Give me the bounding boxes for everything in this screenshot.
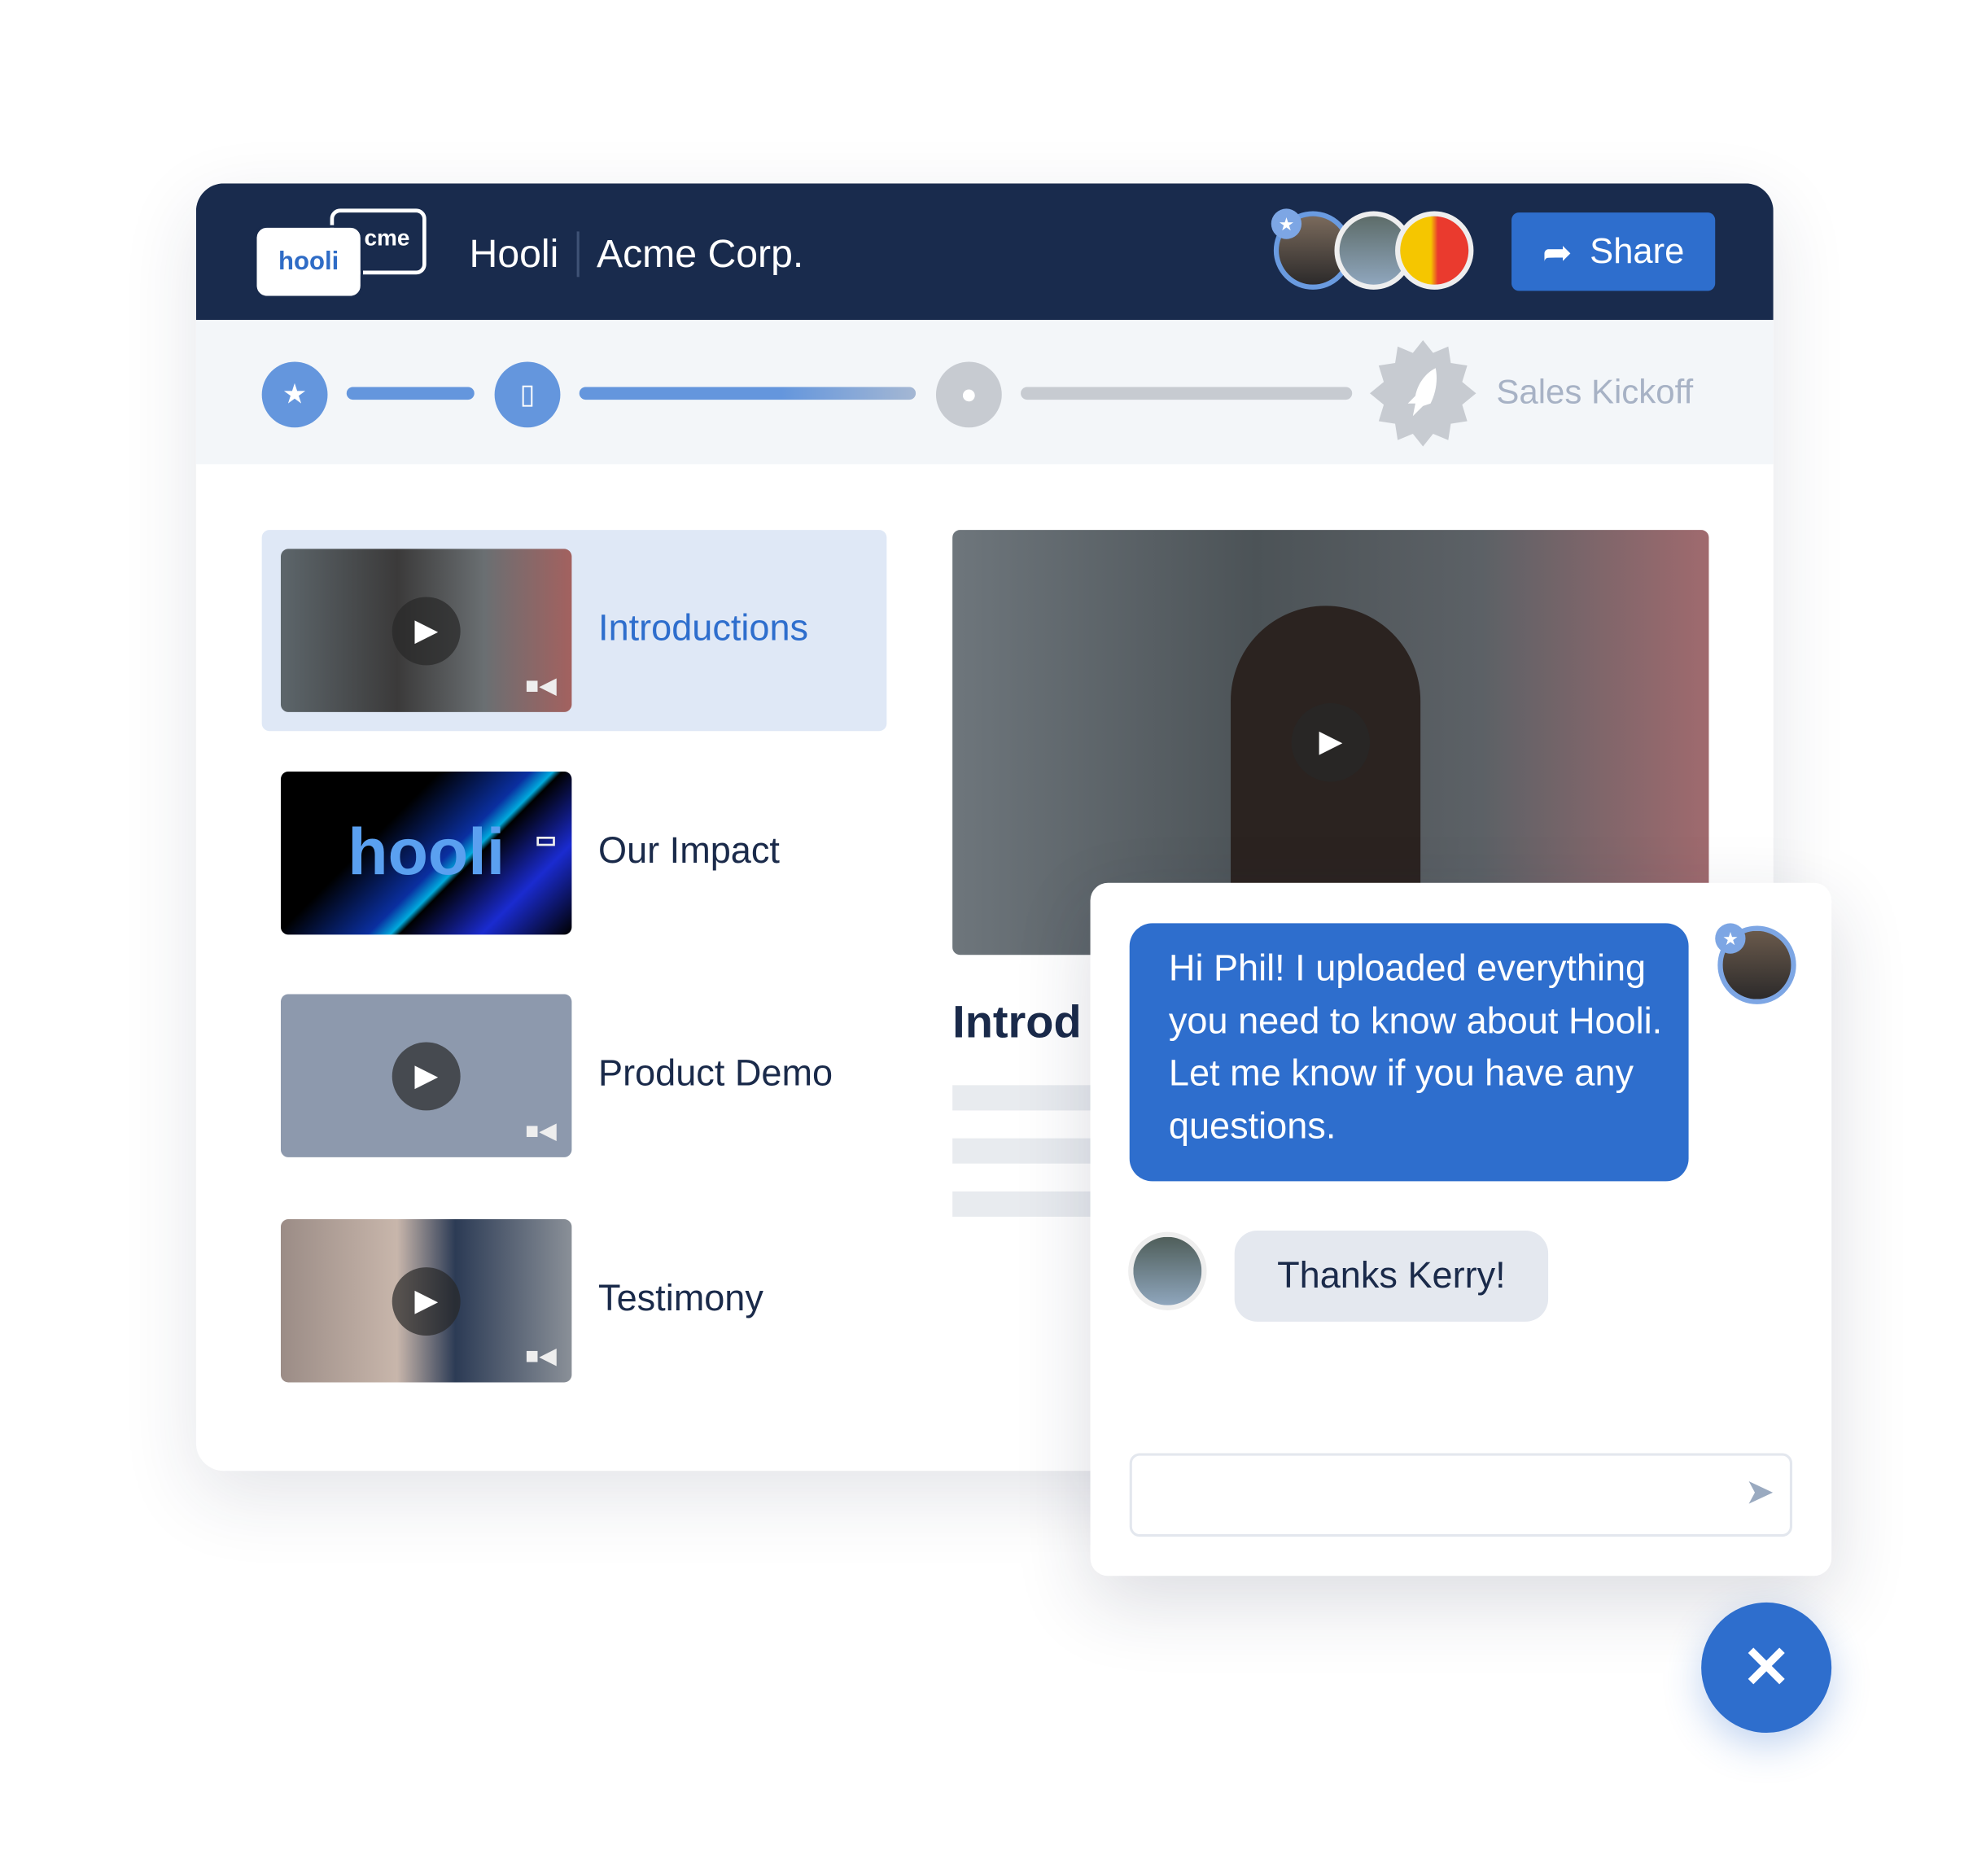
- page-title: Hooli Acme Corp.: [469, 231, 804, 278]
- participants[interactable]: ★: [1271, 208, 1474, 290]
- avatar[interactable]: [1395, 211, 1474, 290]
- presentation-icon: ▭: [535, 827, 557, 853]
- item-label: Introductions: [598, 608, 809, 649]
- avatar: ★: [1715, 923, 1796, 1004]
- message-input[interactable]: [1129, 1453, 1793, 1537]
- user-icon[interactable]: ●: [935, 361, 1002, 428]
- playlist-item-product-demo[interactable]: ▶ ■◀ Product Demo: [262, 975, 887, 1176]
- star-icon[interactable]: ★: [261, 361, 328, 428]
- play-icon[interactable]: ▶: [392, 1041, 461, 1110]
- milestone-label: Sales Kickoff: [1496, 373, 1694, 412]
- text-placeholder: [952, 1085, 1105, 1111]
- video-camera-icon: ■◀: [525, 1117, 557, 1144]
- send-icon[interactable]: ➤: [1745, 1471, 1774, 1512]
- close-chat-button[interactable]: ✕: [1701, 1602, 1832, 1733]
- progress-bar: [579, 387, 917, 400]
- rocket-icon: [1369, 340, 1476, 447]
- star-icon: ★: [1271, 208, 1302, 239]
- item-label: Product Demo: [598, 1053, 833, 1095]
- video-thumbnail: ▶ ■◀: [280, 549, 572, 712]
- share-label: Share: [1590, 231, 1685, 271]
- playlist-item-testimony[interactable]: ▶ ■◀ Testimony: [262, 1200, 887, 1402]
- client-name: Acme Corp.: [596, 231, 804, 276]
- video-camera-icon: ■◀: [525, 1343, 557, 1369]
- star-icon: ★: [1715, 923, 1746, 954]
- avatar: [1128, 1231, 1207, 1310]
- chat-panel: Hi Phil! I uploaded everything you need …: [1090, 882, 1832, 1576]
- video-title: Introd: [952, 995, 1082, 1047]
- message-outgoing: Hi Phil! I uploaded everything you need …: [1129, 923, 1689, 1182]
- hooli-logo: hooli: [254, 225, 363, 299]
- logo: cme hooli: [254, 208, 428, 299]
- item-label: Testimony: [598, 1279, 763, 1319]
- progress-bar: [1021, 387, 1353, 400]
- play-icon[interactable]: ▶: [1291, 703, 1370, 782]
- playlist-item-introductions[interactable]: ▶ ■◀ Introductions: [261, 530, 887, 732]
- item-label: Our Impact: [598, 830, 780, 872]
- video-thumbnail: ▶ ■◀: [280, 994, 572, 1157]
- progress-bar: [346, 387, 475, 400]
- divider: [576, 231, 580, 278]
- text-placeholder: [952, 1191, 1105, 1217]
- share-icon: ➦: [1542, 232, 1573, 272]
- video-thumbnail: ▶ ■◀: [280, 1219, 572, 1383]
- share-button[interactable]: ➦ Share: [1511, 212, 1716, 291]
- progress-tracker: ★ ▯ ● Sales Kickoff: [195, 320, 1774, 465]
- presentation-thumbnail: hooli ▭: [280, 771, 572, 935]
- text-placeholder: [952, 1138, 1105, 1164]
- video-camera-icon: ■◀: [525, 672, 557, 698]
- play-icon[interactable]: ▶: [392, 1266, 461, 1336]
- playlist-item-our-impact[interactable]: hooli ▭ Our Impact: [262, 753, 887, 954]
- play-icon[interactable]: ▶: [392, 596, 461, 665]
- header: cme hooli Hooli Acme Corp. ★ ➦ Share: [195, 183, 1774, 321]
- scroll-icon[interactable]: ▯: [494, 361, 561, 428]
- message-incoming: Thanks Kerry!: [1234, 1231, 1549, 1322]
- company-name: Hooli: [469, 231, 559, 276]
- thumb-text: hooli: [348, 816, 505, 890]
